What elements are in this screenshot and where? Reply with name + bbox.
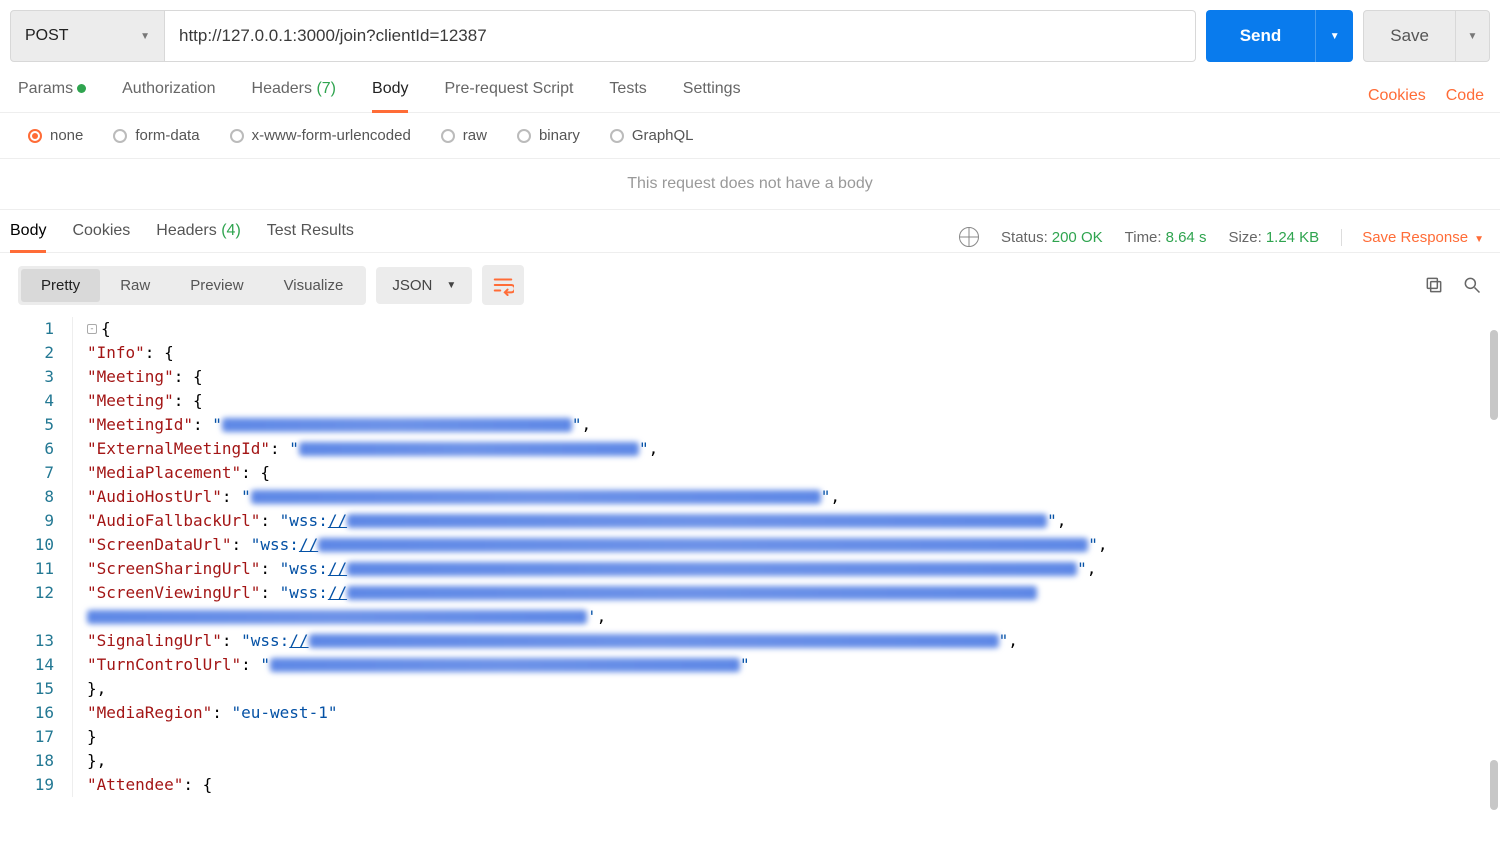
radio-icon bbox=[113, 129, 127, 143]
tab-authorization[interactable]: Authorization bbox=[122, 80, 215, 112]
tab-tests[interactable]: Tests bbox=[609, 80, 646, 112]
http-method-value: POST bbox=[25, 27, 69, 45]
cookies-link[interactable]: Cookies bbox=[1368, 87, 1426, 105]
scrollbar-vertical[interactable] bbox=[1490, 330, 1498, 420]
line-gutter: 1 2 3 4 5 6 7 8 9 10 11 12 13 14 15 16 1… bbox=[0, 317, 72, 797]
save-more-button[interactable]: ▼ bbox=[1456, 10, 1490, 62]
tab-headers[interactable]: Headers (7) bbox=[252, 80, 337, 112]
size-label: Size:1.24 KB bbox=[1228, 229, 1319, 246]
status-label: Status:200 OK bbox=[1001, 229, 1103, 246]
no-body-message: This request does not have a body bbox=[0, 159, 1500, 210]
code-link[interactable]: Code bbox=[1446, 87, 1484, 105]
search-icon[interactable] bbox=[1462, 275, 1482, 295]
tab-settings[interactable]: Settings bbox=[683, 80, 741, 112]
res-tab-testresults[interactable]: Test Results bbox=[267, 222, 354, 252]
response-body-viewer[interactable]: 1 2 3 4 5 6 7 8 9 10 11 12 13 14 15 16 1… bbox=[0, 317, 1500, 797]
chevron-down-icon: ▼ bbox=[446, 280, 456, 291]
format-select[interactable]: JSON ▼ bbox=[376, 267, 472, 304]
code-lines: -{ "Info": { "Meeting": { "Meeting": { "… bbox=[72, 317, 1500, 797]
send-button[interactable]: Send bbox=[1206, 10, 1316, 62]
radio-icon bbox=[441, 129, 455, 143]
body-type-none[interactable]: none bbox=[28, 127, 83, 144]
body-type-raw[interactable]: raw bbox=[441, 127, 487, 144]
copy-icon[interactable] bbox=[1424, 275, 1444, 295]
scrollbar-vertical[interactable] bbox=[1490, 760, 1498, 810]
radio-icon bbox=[230, 129, 244, 143]
chevron-down-icon: ▼ bbox=[1330, 31, 1340, 42]
chevron-down-icon: ▼ bbox=[1468, 31, 1478, 42]
send-more-button[interactable]: ▼ bbox=[1315, 10, 1353, 62]
body-type-formdata[interactable]: form-data bbox=[113, 127, 199, 144]
url-input[interactable]: http://127.0.0.1:3000/join?clientId=1238… bbox=[165, 10, 1196, 62]
tab-params[interactable]: Params bbox=[18, 80, 86, 112]
save-button[interactable]: Save bbox=[1363, 10, 1456, 62]
http-method-select[interactable]: POST ▼ bbox=[10, 10, 165, 62]
body-type-graphql[interactable]: GraphQL bbox=[610, 127, 694, 144]
body-type-xwww[interactable]: x-www-form-urlencoded bbox=[230, 127, 411, 144]
view-preview[interactable]: Preview bbox=[170, 269, 263, 302]
res-tab-body[interactable]: Body bbox=[10, 222, 46, 252]
res-tab-cookies[interactable]: Cookies bbox=[72, 222, 130, 252]
tab-prerequest[interactable]: Pre-request Script bbox=[444, 80, 573, 112]
globe-icon[interactable] bbox=[959, 227, 979, 247]
wrap-lines-button[interactable] bbox=[482, 265, 524, 305]
res-tab-headers[interactable]: Headers (4) bbox=[156, 222, 241, 252]
chevron-down-icon: ▼ bbox=[1474, 234, 1484, 245]
chevron-down-icon: ▼ bbox=[140, 31, 150, 42]
body-type-binary[interactable]: binary bbox=[517, 127, 580, 144]
radio-icon bbox=[28, 129, 42, 143]
radio-icon bbox=[610, 129, 624, 143]
tab-body[interactable]: Body bbox=[372, 80, 408, 112]
params-indicator-dot bbox=[77, 84, 86, 93]
view-mode-segment: Pretty Raw Preview Visualize bbox=[18, 266, 366, 305]
save-response-button[interactable]: Save Response▼ bbox=[1341, 229, 1484, 246]
wrap-icon bbox=[492, 274, 514, 296]
time-label: Time:8.64 s bbox=[1125, 229, 1207, 246]
view-pretty[interactable]: Pretty bbox=[21, 269, 100, 302]
view-visualize[interactable]: Visualize bbox=[264, 269, 364, 302]
view-raw[interactable]: Raw bbox=[100, 269, 170, 302]
radio-icon bbox=[517, 129, 531, 143]
